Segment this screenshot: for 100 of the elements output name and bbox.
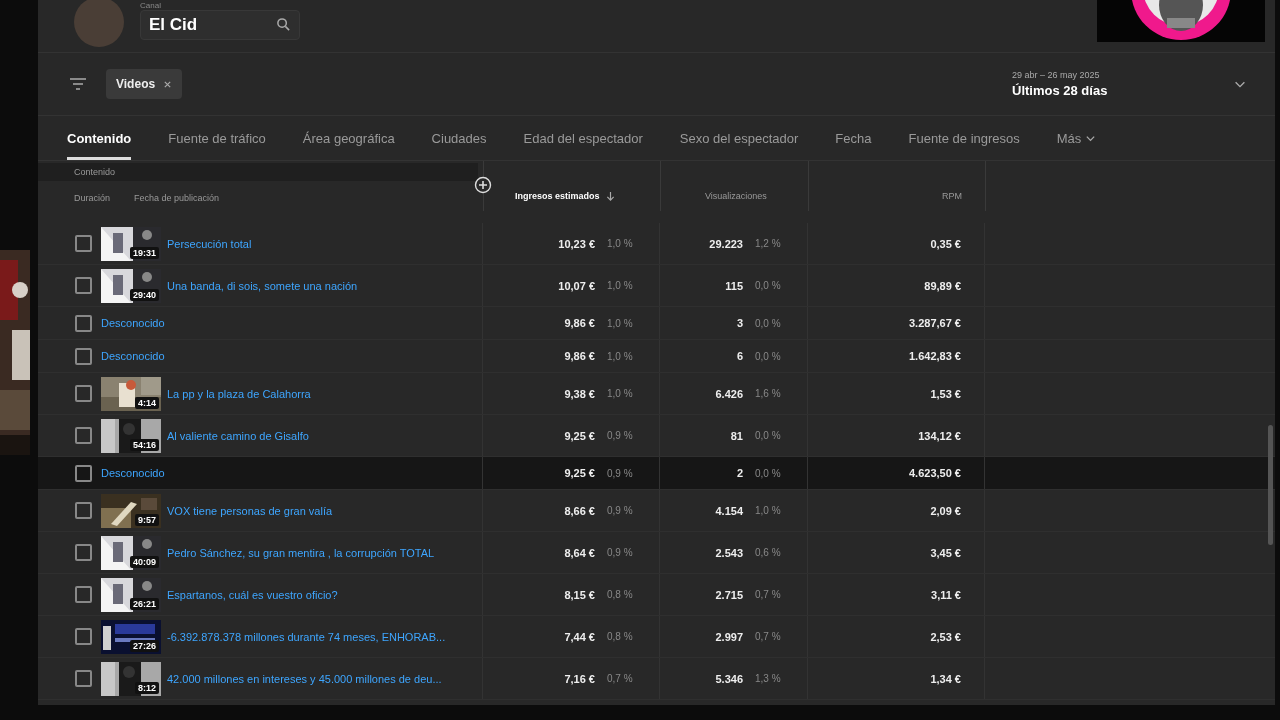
video-title-link[interactable]: -6.392.878.378 millones durante 74 meses, ENHORAB... xyxy=(167,630,446,643)
table-cell: 7,44 € xyxy=(564,630,595,643)
tab[interactable]: Sexo del espectador xyxy=(679,116,799,160)
table-cell-text: 0,0 % xyxy=(755,350,782,362)
channel-search-field[interactable]: El Cid xyxy=(140,9,300,40)
table-cell: 10,07 € xyxy=(558,279,595,292)
table-cell-text: 1,0 % xyxy=(607,350,634,362)
checkbox[interactable] xyxy=(75,314,92,332)
table-cell: 5.346 xyxy=(715,672,743,685)
filter-chip[interactable]: Videos xyxy=(106,69,183,99)
table-cell: 9,86 € xyxy=(564,317,595,329)
table-cell: 7,16 € xyxy=(564,672,595,685)
table-cell: 115 xyxy=(725,279,743,292)
column-group-label: Contenido xyxy=(38,163,478,181)
table-cell: 10,23 € xyxy=(558,237,595,250)
table-cell: 8,64 € xyxy=(564,546,595,559)
close-icon[interactable] xyxy=(163,79,173,89)
video-title-link[interactable]: VOX tiene personas de gran valía xyxy=(167,504,333,517)
video-title-link[interactable]: Desconocido xyxy=(101,350,165,362)
table-cell-text: 1,2 % xyxy=(755,238,782,249)
table-cell-text: 1,3 % xyxy=(755,673,782,684)
table-cell-text: 0,9 % xyxy=(607,547,634,558)
table-cell: 2.997 xyxy=(715,630,743,643)
tab[interactable]: Contenido xyxy=(67,116,132,160)
video-title-link[interactable]: 42.000 millones en intereses y 45.000 millones de deu... xyxy=(167,672,442,685)
table-cell: 134,12 € xyxy=(918,429,961,442)
table-cell: 89,89 € xyxy=(924,279,961,292)
table-cell-text: 0,0 % xyxy=(755,467,782,479)
checkbox[interactable] xyxy=(75,544,92,561)
table-cell-text: 1,6 % xyxy=(755,388,782,399)
column-header[interactable]: Duración xyxy=(74,193,111,203)
table-cell-text: 1,0 % xyxy=(607,317,634,329)
tab[interactable]: Ciudades xyxy=(431,116,487,160)
table-cell-text: 1,0 % xyxy=(755,505,782,516)
video-title-link[interactable]: Desconocido xyxy=(101,467,165,479)
checkbox[interactable] xyxy=(75,628,92,645)
table-cell-text: 1,0 % xyxy=(607,280,634,291)
tab[interactable]: Área geográfica xyxy=(302,116,395,160)
table-cell: 4.154 xyxy=(715,504,743,517)
video-title-link[interactable]: Al valiente camino de Gisalfo xyxy=(167,429,309,442)
table-cell: 2,09 € xyxy=(930,504,961,517)
table-cell-text: 0,7 % xyxy=(755,589,782,600)
checkbox[interactable] xyxy=(75,464,92,482)
table-cell: 6.426 xyxy=(715,387,743,400)
table-cell-text: 0,7 % xyxy=(755,631,782,642)
table-cell: 2 xyxy=(736,467,743,479)
column-header[interactable]: RPM xyxy=(809,161,986,211)
table-cell: 1.642,83 € xyxy=(909,350,961,362)
table-cell: 2.715 xyxy=(715,588,743,601)
column-header[interactable]: Fecha de publicación xyxy=(134,193,220,203)
checkbox[interactable] xyxy=(75,385,92,402)
video-title-link[interactable]: Persecución total xyxy=(167,237,252,250)
search-icon[interactable] xyxy=(276,17,291,32)
tab[interactable]: Fecha xyxy=(835,116,872,160)
table-cell: 8,15 € xyxy=(564,588,595,601)
checkbox[interactable] xyxy=(75,670,92,687)
table-cell: 2,53 € xyxy=(930,630,961,643)
table-cell: 3.287,67 € xyxy=(909,317,961,329)
checkbox[interactable] xyxy=(75,586,92,603)
table-cell-text: 0,9 % xyxy=(607,505,634,516)
tab[interactable]: Más xyxy=(1056,116,1097,160)
table-cell-text: 0,7 % xyxy=(607,673,634,684)
checkbox[interactable] xyxy=(75,502,92,519)
checkbox[interactable] xyxy=(75,427,92,444)
table-cell-text: 0,9 % xyxy=(607,467,634,479)
table-cell-text: 0,8 % xyxy=(607,631,634,642)
table-cell: 9,25 € xyxy=(564,429,595,442)
checkbox[interactable] xyxy=(75,235,92,252)
tab[interactable]: Edad del espectador xyxy=(523,116,643,160)
table-cell-text: 0,0 % xyxy=(755,430,782,441)
table-cell-text: 0,8 % xyxy=(607,589,634,600)
video-title-link[interactable]: Desconocido xyxy=(101,317,165,329)
scrollbar[interactable] xyxy=(1268,425,1273,545)
video-title-link[interactable]: Una banda, di sois, somete una nación xyxy=(167,279,358,292)
add-column-icon[interactable] xyxy=(474,176,492,194)
table-cell: 3 xyxy=(736,317,743,329)
table-cell-text: 0,6 % xyxy=(755,547,782,558)
video-title-link[interactable]: Espartanos, cuál es vuestro oficio? xyxy=(167,588,338,601)
date-range-text: 29 abr – 26 may 2025 xyxy=(1012,70,1100,80)
table-cell: 9,38 € xyxy=(564,387,595,400)
table-cell: 1,53 € xyxy=(930,387,961,400)
video-title-link[interactable]: Pedro Sánchez, su gran mentira , la corrupción TOTAL xyxy=(167,546,435,559)
table-cell-text: 1,0 % xyxy=(607,238,634,249)
table-cell-text: 0,0 % xyxy=(755,317,782,329)
column-header[interactable]: Visualizaciones xyxy=(661,161,809,211)
filter-icon[interactable] xyxy=(68,76,88,92)
tab[interactable]: Fuente de tráfico xyxy=(168,116,266,160)
checkbox[interactable] xyxy=(75,277,92,294)
table-cell: 4.623,50 € xyxy=(909,467,961,479)
table-cell-text: 0,0 % xyxy=(755,280,782,291)
date-range-picker[interactable]: 29 abr – 26 may 2025 Últimos 28 días xyxy=(1012,70,1247,98)
tab[interactable]: Fuente de ingresos xyxy=(908,116,1020,160)
field-label: Canal xyxy=(140,0,161,10)
column-header[interactable]: Ingresos estimados xyxy=(484,161,661,211)
table-cell: 9,86 € xyxy=(564,350,595,362)
sort-arrow-icon[interactable] xyxy=(605,190,615,202)
channel-avatar xyxy=(74,0,124,47)
checkbox[interactable] xyxy=(75,347,92,365)
video-title-link[interactable]: La pp y la plaza de Calahorra xyxy=(167,387,311,400)
table-cell: 81 xyxy=(730,429,743,442)
